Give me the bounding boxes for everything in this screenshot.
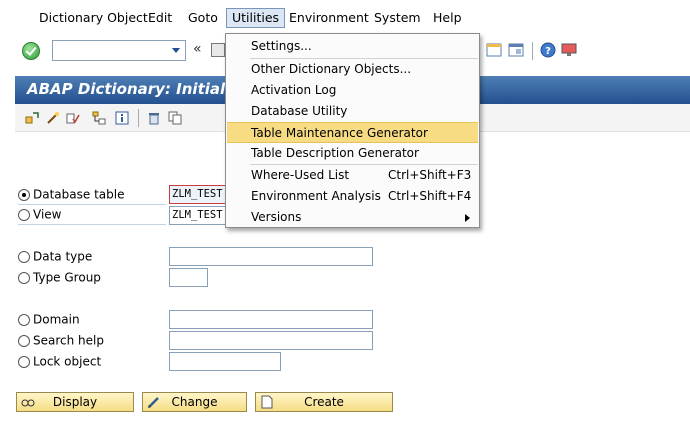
radio-database-table[interactable]: Database table <box>18 187 124 205</box>
magic-wand-icon[interactable] <box>46 111 60 125</box>
toolbar-separator <box>532 42 533 60</box>
help-icon[interactable]: ? <box>540 42 556 58</box>
new-document-icon <box>261 395 273 409</box>
radio-button[interactable] <box>18 208 30 221</box>
delete-icon[interactable] <box>147 111 161 125</box>
create-button[interactable]: Create <box>255 392 393 412</box>
chevron-down-icon[interactable] <box>172 48 180 53</box>
radio-button[interactable] <box>18 313 30 326</box>
monitor-icon[interactable] <box>561 42 577 58</box>
radio-button[interactable] <box>18 271 30 284</box>
menu-bar: Dictionary Object Edit Goto Utilities En… <box>0 0 690 33</box>
radio-search-help[interactable]: Search help <box>18 333 104 351</box>
menu-item-where-used-list[interactable]: Where-Used List Ctrl+Shift+F3 <box>227 165 478 186</box>
menu-environment[interactable]: Environment <box>283 8 375 28</box>
menu-item-database-utility[interactable]: Database Utility <box>227 101 478 122</box>
radio-data-type[interactable]: Data type <box>18 249 92 267</box>
radio-button[interactable] <box>18 188 30 201</box>
radio-button[interactable] <box>18 250 30 263</box>
menu-item-activation-log[interactable]: Activation Log <box>227 80 478 101</box>
shortcut-label: Ctrl+Shift+F4 <box>388 189 472 203</box>
enter-check-icon[interactable] <box>22 42 40 60</box>
save-icon[interactable] <box>211 43 225 57</box>
menu-item-environment-analysis[interactable]: Environment Analysis Ctrl+Shift+F4 <box>227 186 478 207</box>
display-button[interactable]: Display <box>16 392 134 412</box>
check-objects-icon[interactable] <box>66 111 80 125</box>
radio-lock-object[interactable]: Lock object <box>18 354 101 372</box>
radio-domain[interactable]: Domain <box>18 312 80 330</box>
pencil-icon <box>148 397 159 408</box>
type-group-field[interactable] <box>169 268 208 287</box>
menu-item-table-description-generator[interactable]: Table Description Generator <box>227 143 478 164</box>
radio-type-group[interactable]: Type Group <box>18 270 101 288</box>
radio-view[interactable]: View <box>18 207 61 225</box>
utilities-dropdown-menu: Settings... Other Dictionary Objects... … <box>225 33 480 228</box>
menu-item-other-dictionary-objects[interactable]: Other Dictionary Objects... <box>227 59 478 80</box>
hierarchy-icon[interactable] <box>92 111 106 125</box>
domain-field[interactable] <box>169 310 373 329</box>
toolbar-separator <box>138 109 139 127</box>
collapse-icon[interactable]: « <box>193 41 202 57</box>
view-field[interactable]: ZLM_TEST <box>169 206 229 225</box>
info-icon[interactable] <box>115 111 129 125</box>
chevron-right-icon <box>465 214 470 222</box>
change-button[interactable]: Change <box>142 392 247 412</box>
data-type-field[interactable] <box>169 247 373 266</box>
window-icon[interactable] <box>508 42 524 58</box>
radio-button[interactable] <box>18 355 30 368</box>
layout-icon[interactable] <box>486 42 502 58</box>
radio-button[interactable] <box>18 334 30 347</box>
other-object-icon[interactable] <box>25 111 39 125</box>
copy-icon[interactable] <box>168 111 182 125</box>
shortcut-label: Ctrl+Shift+F3 <box>388 168 472 182</box>
page-title: ABAP Dictionary: Initial <box>27 80 226 98</box>
menu-utilities[interactable]: Utilities <box>226 8 286 28</box>
row-divider <box>18 224 166 225</box>
menu-item-table-maintenance-generator[interactable]: Table Maintenance Generator <box>227 122 478 143</box>
row-divider <box>18 204 166 205</box>
menu-goto[interactable]: Goto <box>182 8 224 28</box>
command-field[interactable] <box>52 40 186 61</box>
menu-dictionary-object[interactable]: Dictionary Object <box>33 8 154 28</box>
menu-edit[interactable]: Edit <box>142 8 178 28</box>
menu-system[interactable]: System <box>368 8 427 28</box>
menu-item-versions[interactable]: Versions <box>227 207 478 228</box>
svg-text:?: ? <box>545 46 551 57</box>
menu-item-settings[interactable]: Settings... <box>227 36 478 57</box>
glasses-icon <box>21 399 35 407</box>
menu-help[interactable]: Help <box>427 8 468 28</box>
search-help-field[interactable] <box>169 331 373 350</box>
database-table-field[interactable]: ZLM_TEST <box>169 185 229 204</box>
lock-object-field[interactable] <box>169 352 281 371</box>
